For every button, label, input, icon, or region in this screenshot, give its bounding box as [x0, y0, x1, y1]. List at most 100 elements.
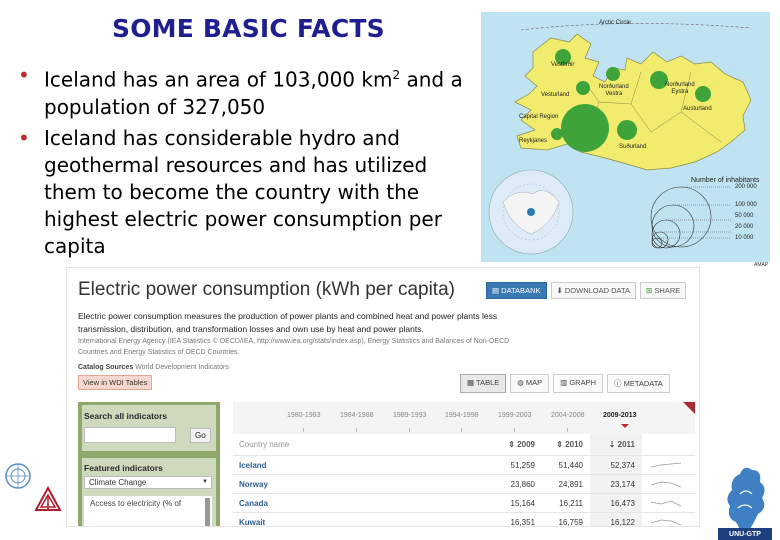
share-label: SHARE: [654, 286, 681, 295]
download-icon: ⬇: [556, 286, 565, 295]
corner-flag-icon: [683, 402, 695, 414]
table-row: Canada 15,164 16,211 16,473: [233, 493, 695, 512]
column-header-2011[interactable]: ⇣ 2011: [595, 440, 635, 449]
sort-desc-icon: ⇣: [608, 440, 618, 449]
circle-vesturland: [576, 81, 590, 95]
value-cell: 52,374: [610, 461, 635, 470]
circle-capital-region: [561, 104, 609, 152]
featured-list[interactable]: Access to electricity (% of: [84, 496, 212, 526]
period-option[interactable]: 1980-1983: [287, 412, 320, 419]
databank-button[interactable]: ▤ DATABANK: [486, 282, 547, 299]
arctic-circle-label: Arctic Circle: [599, 20, 632, 26]
value-cell: 24,891: [558, 480, 583, 489]
scrollbar[interactable]: [205, 498, 210, 526]
tab-graph[interactable]: ▥ GRAPH: [553, 374, 603, 393]
tab-table-label: TABLE: [476, 378, 500, 387]
legend-value: 200 000: [735, 184, 757, 190]
country-link[interactable]: Iceland: [239, 461, 267, 470]
label-reykjanes: Reykjanes: [519, 138, 548, 144]
data-table: 1980-1983 1984-1988 1989-1993 1994-1998 …: [233, 402, 695, 527]
year-label: 2010: [565, 440, 583, 449]
column-header-2009[interactable]: ⇕ 2009: [495, 440, 535, 449]
tab-map-label: MAP: [525, 378, 543, 387]
value-cell: 16,759: [558, 518, 583, 527]
featured-section: Featured indicators Climate Change ▼ Acc…: [82, 458, 216, 526]
search-section: Search all indicators Go: [82, 405, 216, 451]
period-option-active[interactable]: 2009-2013: [603, 412, 636, 419]
label-vesturland: Vesturland: [541, 92, 570, 98]
indicator-description: Electric power consumption measures the …: [78, 311, 498, 334]
value-cell: 51,259: [510, 461, 535, 470]
period-option[interactable]: 1984-1988: [340, 412, 373, 419]
catalog-sources: Catalog Sources World Development Indica…: [78, 362, 538, 373]
top-actions: ▤ DATABANK ⬇ DOWNLOAD DATA ⊞ SHARE: [486, 282, 687, 299]
label-vestfirdir: Vestfirðir: [551, 62, 575, 68]
sort-icon: ⇕: [508, 440, 518, 449]
country-link[interactable]: Kuwait: [239, 518, 265, 526]
un-emblem-icon: [5, 463, 31, 489]
chart-icon: ▥: [560, 378, 570, 387]
sparkline-icon: [650, 519, 682, 526]
period-option[interactable]: 1994-1998: [445, 412, 478, 419]
value-cell: 51,440: [558, 461, 583, 470]
table-icon: ▦: [467, 378, 477, 387]
label-nordurland-vestra: Norðurland Vestra: [599, 84, 629, 97]
selected-period-marker: [621, 424, 629, 428]
unu-gtp-logo: UNU-GTP: [716, 462, 774, 540]
value-cell: 23,860: [510, 480, 535, 489]
tab-metadata[interactable]: ⓘ METADATA: [607, 374, 670, 393]
table-row: Iceland 51,259 51,440 52,374: [233, 455, 695, 474]
year-label: 2009: [517, 440, 535, 449]
bullet1-text-a: Iceland has an area of 103,000 km: [44, 67, 393, 92]
bullet-dot: •: [18, 125, 30, 150]
indicator-source: International Energy Agency (IEA Statist…: [78, 338, 510, 356]
view-in-wdi-button[interactable]: View in WDI Tables: [78, 375, 153, 390]
bullet-dot: •: [18, 63, 30, 87]
catalog-sources-key: Catalog Sources: [78, 364, 134, 371]
bullet-list: • Iceland has an area of 103,000 km2 and…: [18, 62, 480, 264]
bullet-area-population: • Iceland has an area of 103,000 km2 and…: [18, 62, 480, 121]
circle-reykjanes: [551, 128, 563, 140]
unu-gtp-label: UNU-GTP: [729, 531, 761, 538]
institution-logo-icon: [34, 486, 62, 511]
featured-label: Featured indicators: [84, 463, 163, 473]
map-credit: AMAP: [754, 262, 769, 268]
column-header-2010[interactable]: ⇕ 2010: [543, 440, 583, 449]
country-name-header[interactable]: Country name: [239, 440, 289, 449]
period-option[interactable]: 2004-2008: [551, 412, 584, 419]
circle-sudurland: [617, 120, 637, 140]
globe-icon: ◍: [517, 378, 526, 387]
indicator-title: Electric power consumption (kWh per capi…: [78, 279, 455, 300]
country-link[interactable]: Norway: [239, 480, 268, 489]
legend-value: 10 000: [735, 235, 754, 241]
databank-label: DATABANK: [501, 286, 541, 295]
legend-circle-100000: [651, 204, 695, 248]
legend-value: 100 000: [735, 202, 757, 208]
chevron-down-icon: ▼: [202, 479, 208, 485]
year-label: 2011: [617, 440, 635, 449]
featured-list-item[interactable]: Access to electricity (% of: [90, 499, 181, 508]
legend-value: 50 000: [735, 213, 754, 219]
featured-select[interactable]: Climate Change ▼: [84, 476, 212, 489]
sparkline-icon: [650, 500, 682, 507]
download-data-button[interactable]: ⬇ DOWNLOAD DATA: [550, 282, 637, 299]
database-icon: ▤: [492, 286, 502, 295]
period-option[interactable]: 1999-2003: [498, 412, 531, 419]
value-cell: 16,351: [510, 518, 535, 527]
arctic-circle-line: [520, 23, 752, 31]
go-button[interactable]: Go: [190, 428, 211, 443]
tab-map[interactable]: ◍ MAP: [510, 374, 550, 393]
country-link[interactable]: Canada: [239, 499, 268, 508]
search-input[interactable]: [84, 427, 176, 443]
sparkline-icon: [650, 462, 682, 468]
value-cell: 15,164: [510, 499, 535, 508]
tab-table[interactable]: ▦ TABLE: [460, 374, 507, 393]
share-button[interactable]: ⊞ SHARE: [640, 282, 687, 299]
sidebar: Search all indicators Go Featured indica…: [78, 402, 220, 526]
period-option[interactable]: 1989-1993: [393, 412, 426, 419]
sparkline-icon: [650, 481, 682, 488]
table-row: Norway 23,860 24,891 23,174: [233, 474, 695, 493]
globe-marker: [527, 208, 535, 216]
circle-austurland: [695, 86, 711, 102]
legend-title: Number of inhabitants: [691, 177, 760, 184]
